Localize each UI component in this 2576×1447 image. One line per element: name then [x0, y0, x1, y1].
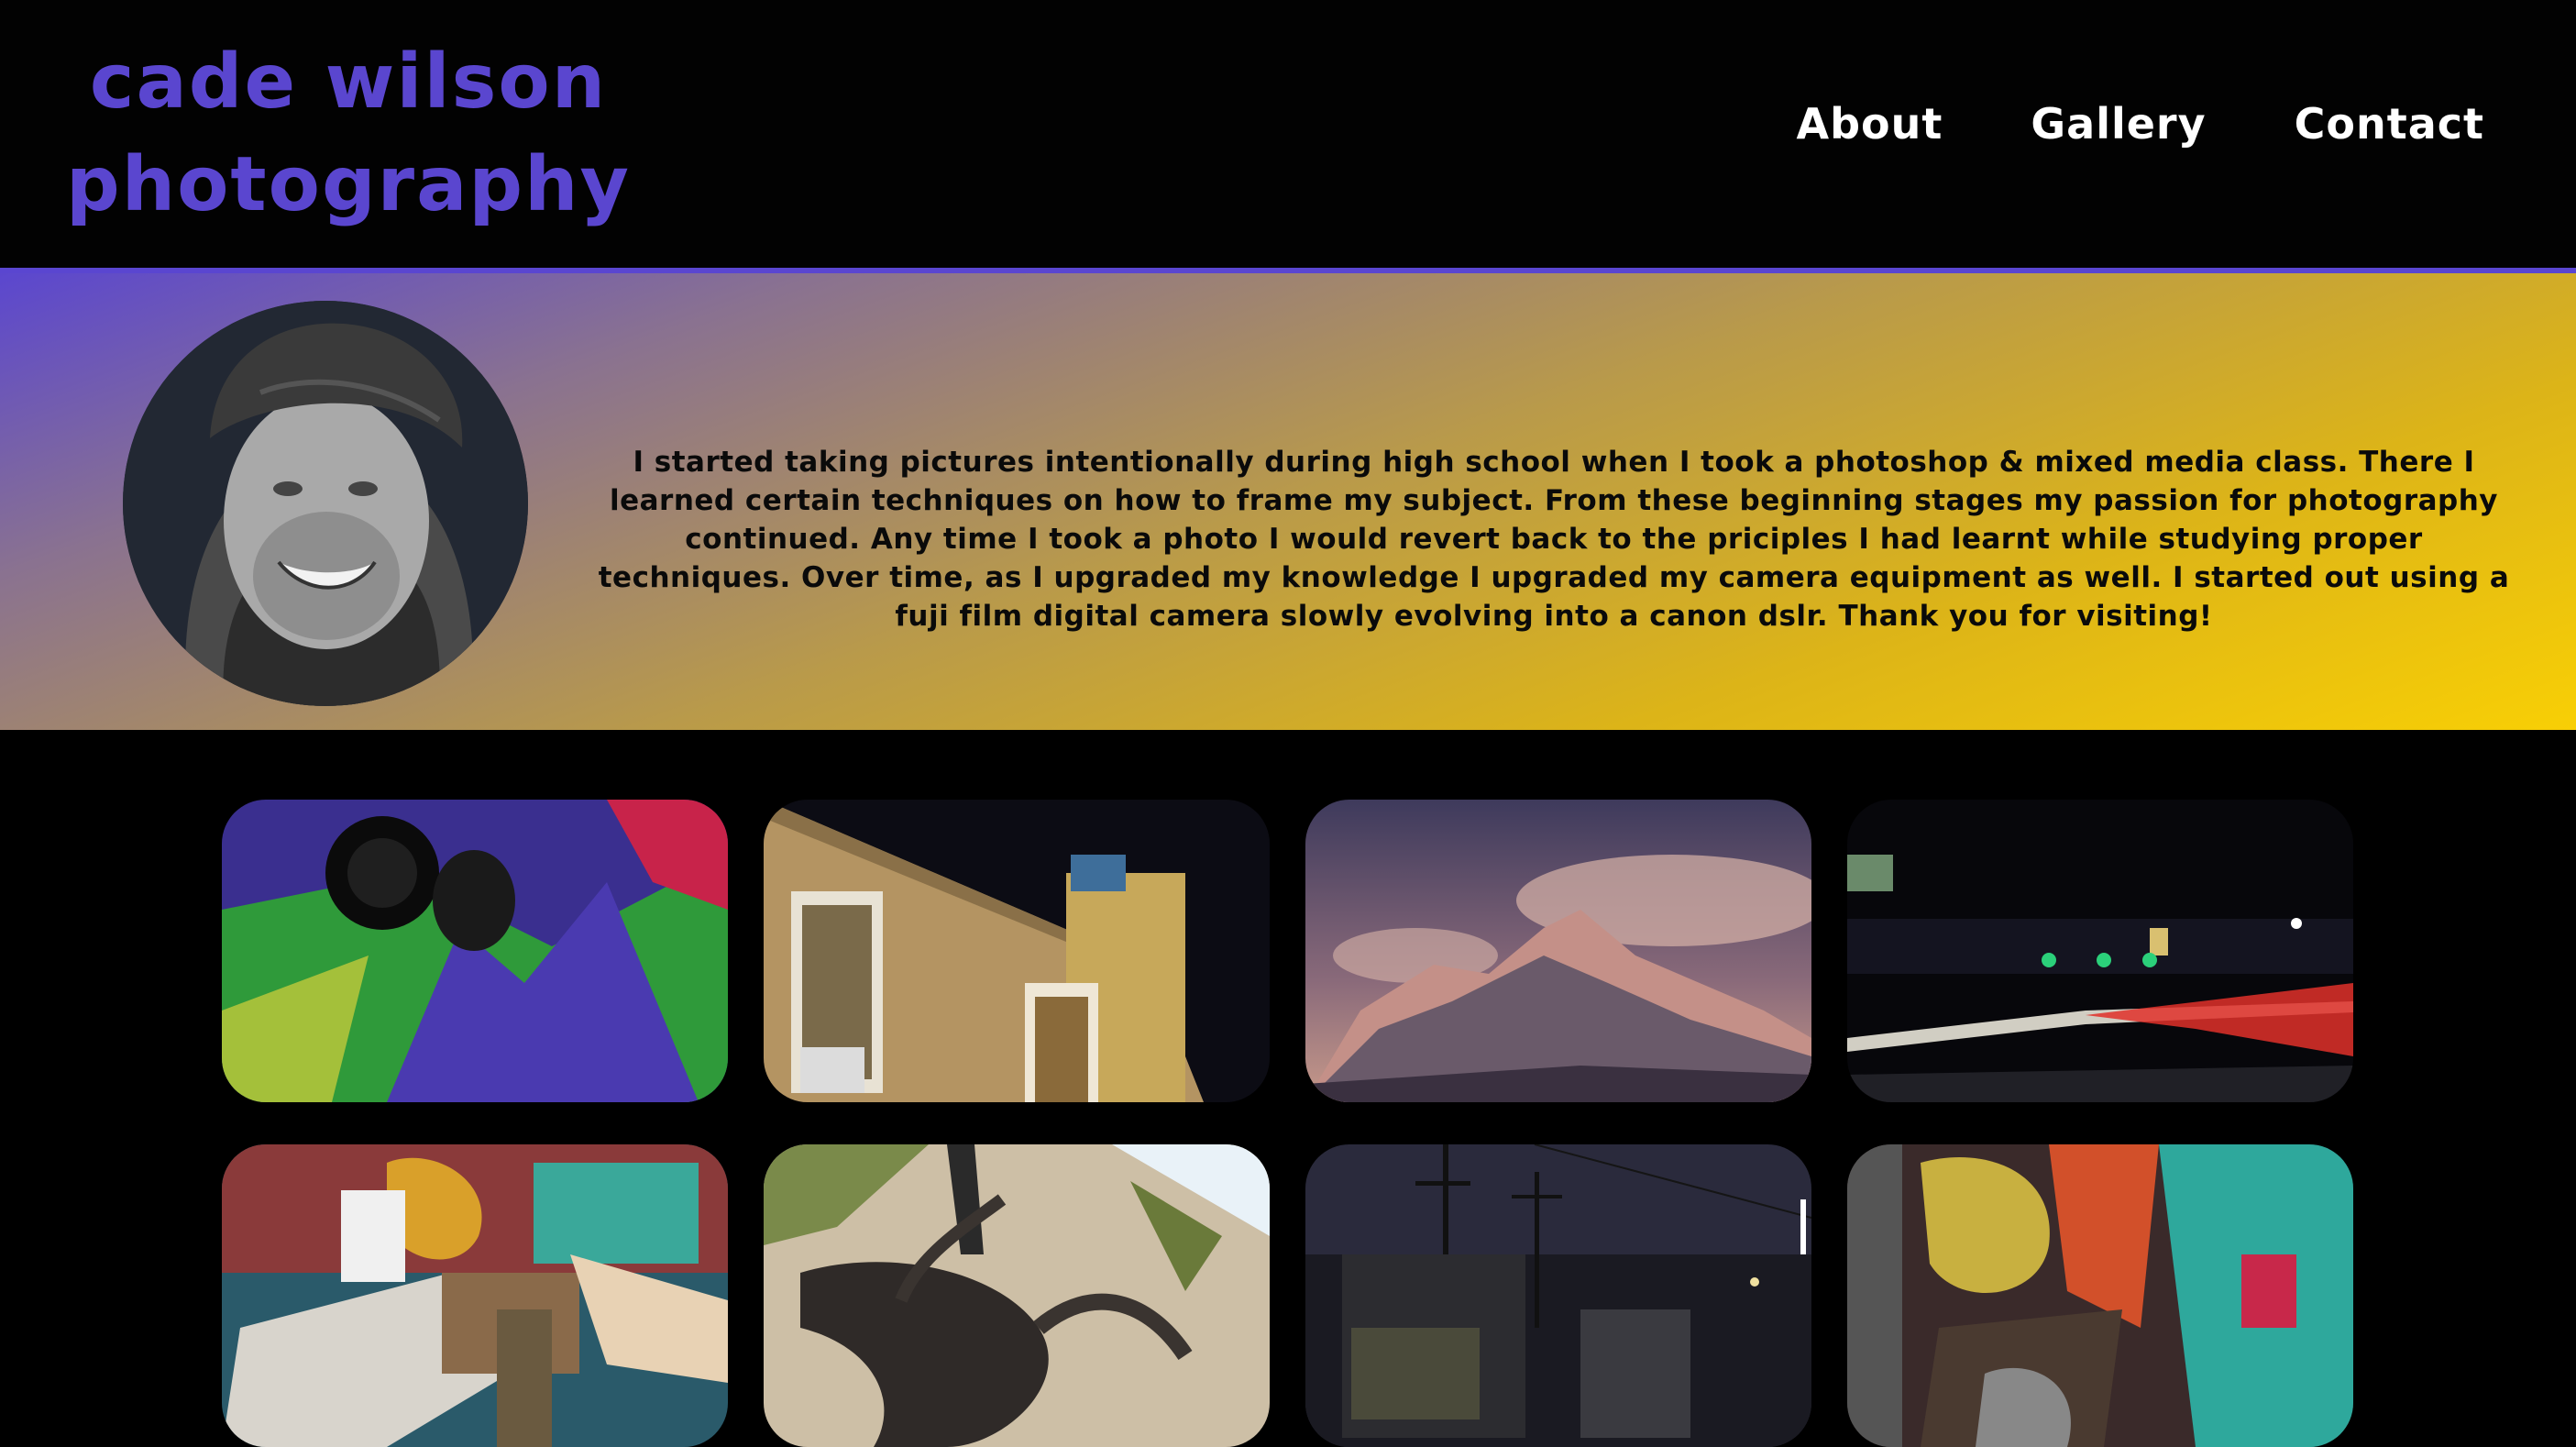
main-nav: About Gallery Contact	[1797, 99, 2484, 149]
nav-link-about[interactable]: About	[1797, 99, 1943, 149]
driftwood-photo-image	[764, 1144, 1270, 1447]
gallery-photo-graffiti-debris[interactable]	[222, 1144, 728, 1447]
site-header: cade wilson photography About Gallery Co…	[0, 0, 2576, 268]
banner-top-border	[0, 268, 2576, 273]
brand-line-2: photography	[66, 141, 631, 228]
street-dusk-photo-image	[1305, 1144, 1811, 1447]
about-banner: I started taking pictures intentionally …	[0, 268, 2576, 730]
graffiti-photo-image	[222, 800, 728, 1102]
gallery-photo-city-night[interactable]	[1847, 800, 2353, 1102]
photo-gallery	[0, 730, 2576, 1447]
building-photo-image	[764, 800, 1270, 1102]
city-night-photo-image	[1847, 800, 2353, 1102]
about-bio-text: I started taking pictures intentionally …	[598, 446, 2510, 633]
gallery-photo-graffiti-gasmask[interactable]	[222, 800, 728, 1102]
graffiti-debris-photo-image	[222, 1144, 728, 1447]
gallery-photo-driftwood[interactable]	[764, 1144, 1270, 1447]
profile-avatar	[123, 301, 528, 706]
site-logo-title[interactable]: cade wilson photography	[37, 31, 660, 237]
gallery-photo-mountain[interactable]	[1305, 800, 1811, 1102]
profile-photo	[123, 301, 528, 706]
gallery-photo-street-dusk[interactable]	[1305, 1144, 1811, 1447]
mountain-photo-image	[1305, 800, 1811, 1102]
nav-link-gallery[interactable]: Gallery	[2031, 99, 2206, 149]
graffiti-dragon-photo-image	[1847, 1144, 2353, 1447]
brand-line-1: cade wilson	[89, 39, 608, 126]
nav-link-contact[interactable]: Contact	[2295, 99, 2484, 149]
gallery-photo-building[interactable]	[764, 800, 1270, 1102]
gallery-photo-graffiti-dragon[interactable]	[1847, 1144, 2353, 1447]
